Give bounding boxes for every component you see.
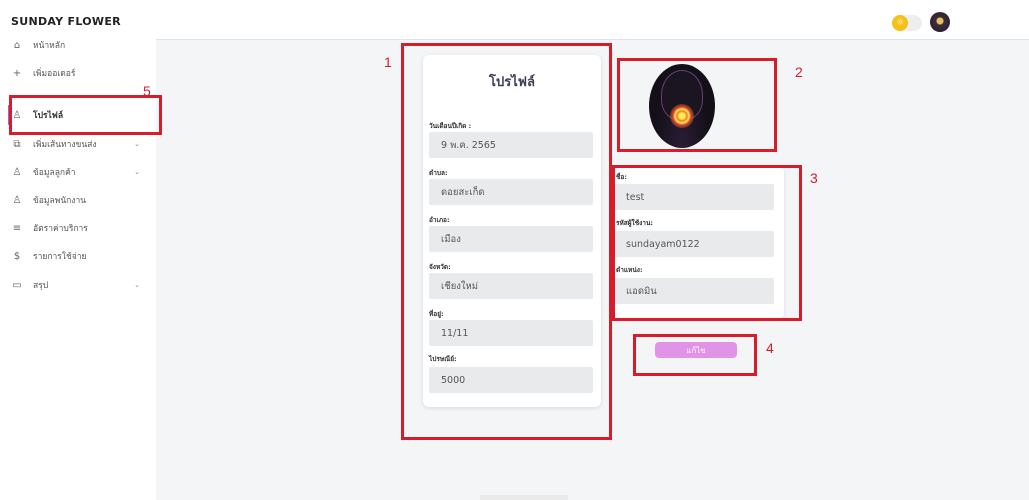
- bottom-scroll-strip: [480, 495, 568, 500]
- annotation-box-5: [9, 95, 162, 135]
- annotation-box-2: [617, 58, 777, 152]
- annotation-number-5: 5: [143, 83, 151, 99]
- chevron-down-icon: ⌄: [134, 168, 140, 176]
- sidebar-item-customers[interactable]: ♙ ข้อมูลลูกค้า ⌄: [0, 158, 156, 186]
- sidebar-item-label: อัตราค่าบริการ: [33, 224, 88, 234]
- annotation-number-2: 2: [795, 64, 803, 80]
- sidebar: SUNDAY FLOWER ⌂ หน้าหลัก + เพิ่มออเดอร์ …: [0, 0, 156, 500]
- sidebar-item-label: หน้าหลัก: [33, 41, 66, 51]
- annotation-box-1: [401, 43, 612, 440]
- sidebar-item-label: เพิ่มออเดอร์: [33, 69, 76, 79]
- users-icon: ♙: [12, 166, 22, 178]
- annotation-number-3: 3: [810, 170, 818, 186]
- sidebar-item-label: ข้อมูลพนักงาน: [33, 196, 87, 206]
- theme-toggle[interactable]: ☼: [892, 15, 922, 31]
- money-icon: $: [13, 250, 21, 262]
- annotation-number-1: 1: [384, 54, 392, 70]
- route-icon: ⧉: [13, 138, 21, 150]
- sidebar-item-label: สรุป: [33, 281, 49, 291]
- chevron-down-icon: ⌄: [134, 281, 140, 289]
- staff-icon: ♙: [12, 194, 22, 206]
- sidebar-item-add-order[interactable]: + เพิ่มออเดอร์: [0, 59, 156, 87]
- sidebar-item-home[interactable]: ⌂ หน้าหลัก: [0, 31, 156, 59]
- rate-icon: ≡: [12, 222, 22, 234]
- brand-logo[interactable]: SUNDAY FLOWER: [11, 15, 121, 28]
- sidebar-item-staff[interactable]: ♙ ข้อมูลพนักงาน: [0, 186, 156, 214]
- user-avatar[interactable]: [930, 12, 950, 32]
- sidebar-item-expenses[interactable]: $ รายการใช้จ่าย: [0, 242, 156, 270]
- sun-icon: ☼: [892, 15, 908, 31]
- chevron-down-icon: ⌄: [134, 140, 140, 148]
- home-icon: ⌂: [13, 39, 21, 51]
- sidebar-item-label: ข้อมูลลูกค้า: [33, 168, 76, 178]
- annotation-number-4: 4: [766, 340, 774, 356]
- annotation-box-4: [633, 334, 757, 376]
- sidebar-item-summary[interactable]: ▭ สรุป ⌄: [0, 271, 156, 299]
- annotation-box-3: [612, 165, 802, 321]
- sidebar-item-label: รายการใช้จ่าย: [33, 252, 87, 262]
- plus-icon: +: [12, 67, 22, 79]
- sidebar-item-rates[interactable]: ≡ อัตราค่าบริการ: [0, 214, 156, 242]
- sidebar-item-label: เพิ่มเส้นทางขนส่ง: [33, 140, 97, 150]
- summary-icon: ▭: [12, 279, 22, 291]
